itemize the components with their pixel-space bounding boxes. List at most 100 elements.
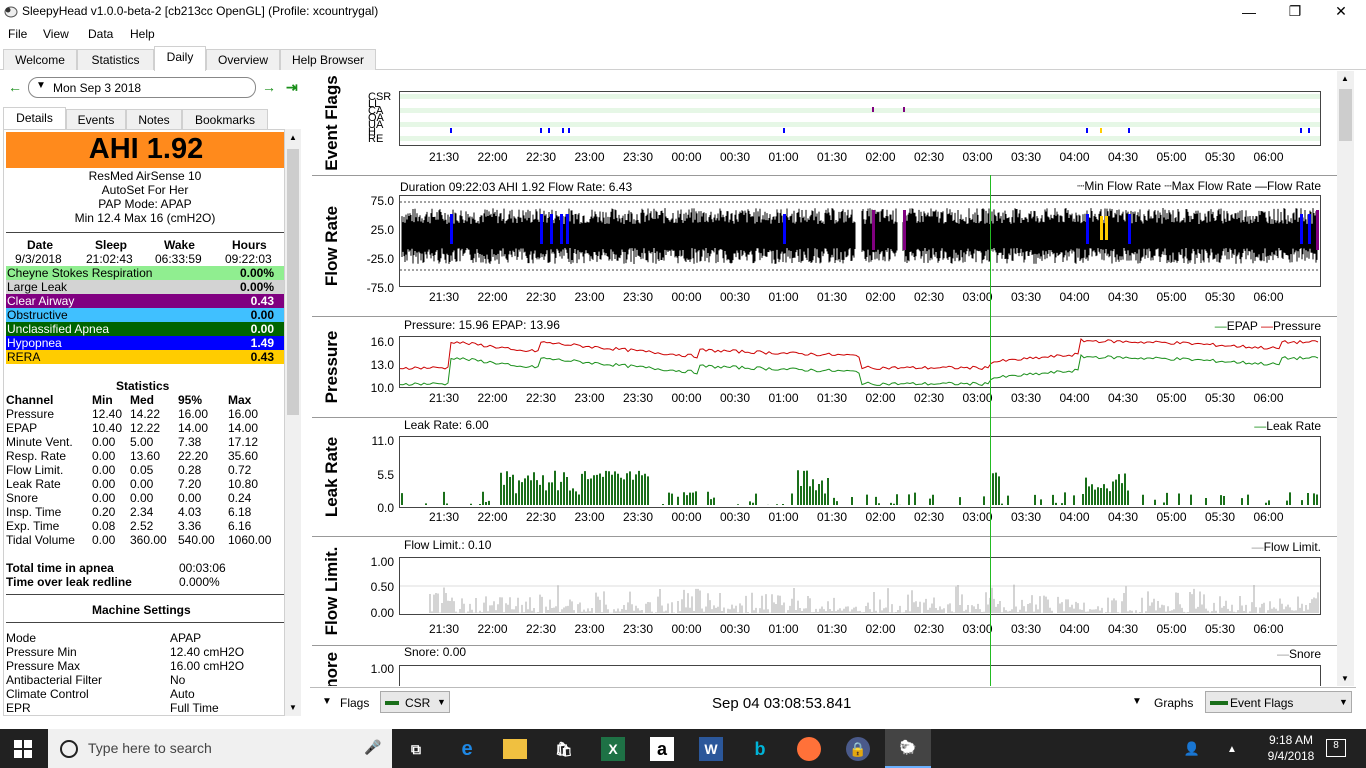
menu-file[interactable]: File (8, 27, 27, 41)
event-name: Cheyne Stokes Respiration (7, 266, 153, 280)
details-scrollbar[interactable]: ▲ ▼ (285, 129, 301, 716)
store-icon[interactable]: 🛍 (552, 737, 576, 761)
flags-dropdown-icon[interactable]: ▼ (322, 696, 332, 707)
event-row[interactable]: Clear Airway 0.43 (6, 294, 284, 308)
tab-daily[interactable]: Daily (154, 46, 206, 71)
excel-icon[interactable]: X (601, 737, 625, 761)
time-tick-label: 23:30 (622, 290, 654, 304)
event-row[interactable]: Hypopnea 1.49 (6, 336, 284, 350)
stat-cell: 0.00 (92, 491, 116, 505)
event-row[interactable]: RERA 0.43 (6, 350, 284, 364)
sleep-wake-value: 06:33:59 (155, 252, 202, 266)
sleepyhead-taskbar-icon[interactable]: 🐑 (885, 729, 931, 768)
vpn-lock-icon[interactable]: 🔒 (846, 737, 870, 761)
details-pane: AHI 1.92 ResMed AirSense 10 AutoSet For … (3, 129, 285, 716)
date-value: Mon Sep 3 2018 (53, 81, 142, 95)
stat-cell: Snore (6, 491, 39, 505)
leak-rate-plot[interactable] (399, 436, 1321, 508)
taskbar-clock[interactable]: 9:18 AM 9/4/2018 (1256, 732, 1326, 764)
word-icon[interactable]: W (699, 737, 723, 761)
flowlimit-ytick-05: 0.50 (370, 580, 394, 594)
time-tick-label: 04:30 (1107, 622, 1139, 636)
tab-welcome[interactable]: Welcome (3, 49, 77, 70)
clock-date: 9/4/2018 (1267, 749, 1315, 763)
time-tick-label: 02:00 (865, 150, 896, 164)
scroll-up-icon[interactable]: ▲ (289, 133, 297, 142)
tab-events[interactable]: Events (66, 109, 126, 130)
amazon-icon[interactable]: a (650, 737, 674, 761)
windows-start-icon[interactable] (14, 740, 32, 758)
time-tick-label: 01:30 (816, 622, 848, 636)
flow-limit-plot[interactable] (399, 557, 1321, 615)
maximize-button[interactable]: ❐ (1272, 0, 1318, 23)
tab-help-browser[interactable]: Help Browser (280, 49, 376, 70)
scrollbar-thumb[interactable] (287, 149, 299, 415)
time-tick-label: 00:00 (671, 290, 702, 304)
taskbar-search[interactable]: Type here to search 🎤 (48, 729, 392, 768)
stat-cell: Flow Limit. (6, 463, 64, 477)
main-tab-bar: Welcome Statistics Daily Overview Help B… (0, 46, 1366, 71)
scroll-up-icon[interactable]: ▲ (1341, 74, 1349, 83)
bing-icon[interactable]: b (748, 737, 772, 761)
event-row[interactable]: Unclassified Apnea 0.00 (6, 322, 284, 336)
scroll-down-icon[interactable]: ▼ (1341, 674, 1349, 683)
scroll-down-icon[interactable]: ▼ (289, 703, 297, 712)
edge-icon[interactable]: e (455, 737, 479, 761)
pressure-plot[interactable] (399, 336, 1321, 388)
menu-help[interactable]: Help (130, 27, 155, 41)
time-tick-label: 05:00 (1156, 391, 1187, 405)
previous-day-arrow-icon[interactable]: ← (8, 79, 22, 95)
time-tick-label: 05:30 (1204, 510, 1236, 524)
next-day-arrow-icon[interactable]: → (262, 79, 276, 95)
tab-bookmarks[interactable]: Bookmarks (182, 109, 268, 130)
time-tick-label: 05:30 (1204, 622, 1236, 636)
notifications-icon[interactable]: 8 (1326, 739, 1346, 757)
time-tick-label: 04:00 (1059, 622, 1090, 636)
setting-value: No (170, 673, 186, 687)
snore-plot[interactable] (399, 665, 1321, 686)
time-tick-label: 04:30 (1107, 290, 1139, 304)
file-explorer-icon[interactable] (503, 739, 527, 759)
time-tick-label: 01:00 (768, 510, 799, 524)
time-tick-label: 01:30 (816, 150, 848, 164)
cursor-line (990, 175, 991, 686)
menu-data[interactable]: Data (88, 27, 113, 41)
event-flags-plot[interactable] (399, 91, 1321, 146)
setting-label: Mode (6, 631, 37, 645)
time-tick-label: 04:00 (1059, 510, 1090, 524)
machine-settings-title: Machine Settings (92, 603, 191, 617)
event-row[interactable]: Obstructive 0.00 (6, 308, 284, 322)
event-value: 0.00 (250, 322, 274, 336)
tab-overview[interactable]: Overview (206, 49, 280, 70)
firefox-icon[interactable] (797, 737, 821, 761)
time-tick-label: 03:30 (1010, 510, 1042, 524)
flowlimit-ytick-0: 0.00 (370, 606, 394, 620)
machine-model: ResMed AirSense 10 (88, 169, 202, 183)
sleep-date-value: 9/3/2018 (15, 252, 62, 266)
event-row[interactable]: Large Leak 0.00% (6, 280, 284, 294)
menu-view[interactable]: View (43, 27, 69, 41)
last-day-arrow-icon[interactable]: ⇥ (286, 79, 298, 96)
graphs-scrollbar[interactable]: ▲ ▼ (1337, 71, 1354, 686)
leak-ytick-11: 11.0 (371, 434, 394, 448)
scrollbar-thumb[interactable] (1339, 89, 1352, 141)
minimize-button[interactable]: — (1226, 0, 1272, 23)
time-tick-label: 00:30 (719, 391, 751, 405)
graphs-select[interactable]: Event Flags ▼ (1205, 691, 1352, 713)
event-row[interactable]: Cheyne Stokes Respiration 0.00% (6, 266, 284, 280)
stat-cell: 0.00 (130, 477, 154, 491)
people-icon[interactable]: 👤 (1180, 737, 1204, 761)
chevron-up-icon[interactable]: ▲ (1220, 737, 1244, 761)
stat-cell: 16.00 (178, 407, 209, 421)
flags-select[interactable]: CSR ▼ (380, 691, 450, 713)
flow-rate-plot[interactable] (399, 195, 1321, 287)
date-picker[interactable]: ▼ Mon Sep 3 2018 (28, 77, 256, 98)
snore-info: Snore: 0.00 (404, 645, 467, 659)
tab-notes[interactable]: Notes (126, 109, 182, 130)
tab-statistics[interactable]: Statistics (77, 49, 154, 70)
time-tick-label: 01:00 (768, 622, 799, 636)
graphs-dropdown-icon[interactable]: ▼ (1132, 696, 1142, 707)
task-view-icon[interactable]: ⧉ (404, 737, 428, 761)
tab-details[interactable]: Details (3, 107, 66, 130)
close-button[interactable]: ✕ (1318, 0, 1364, 23)
